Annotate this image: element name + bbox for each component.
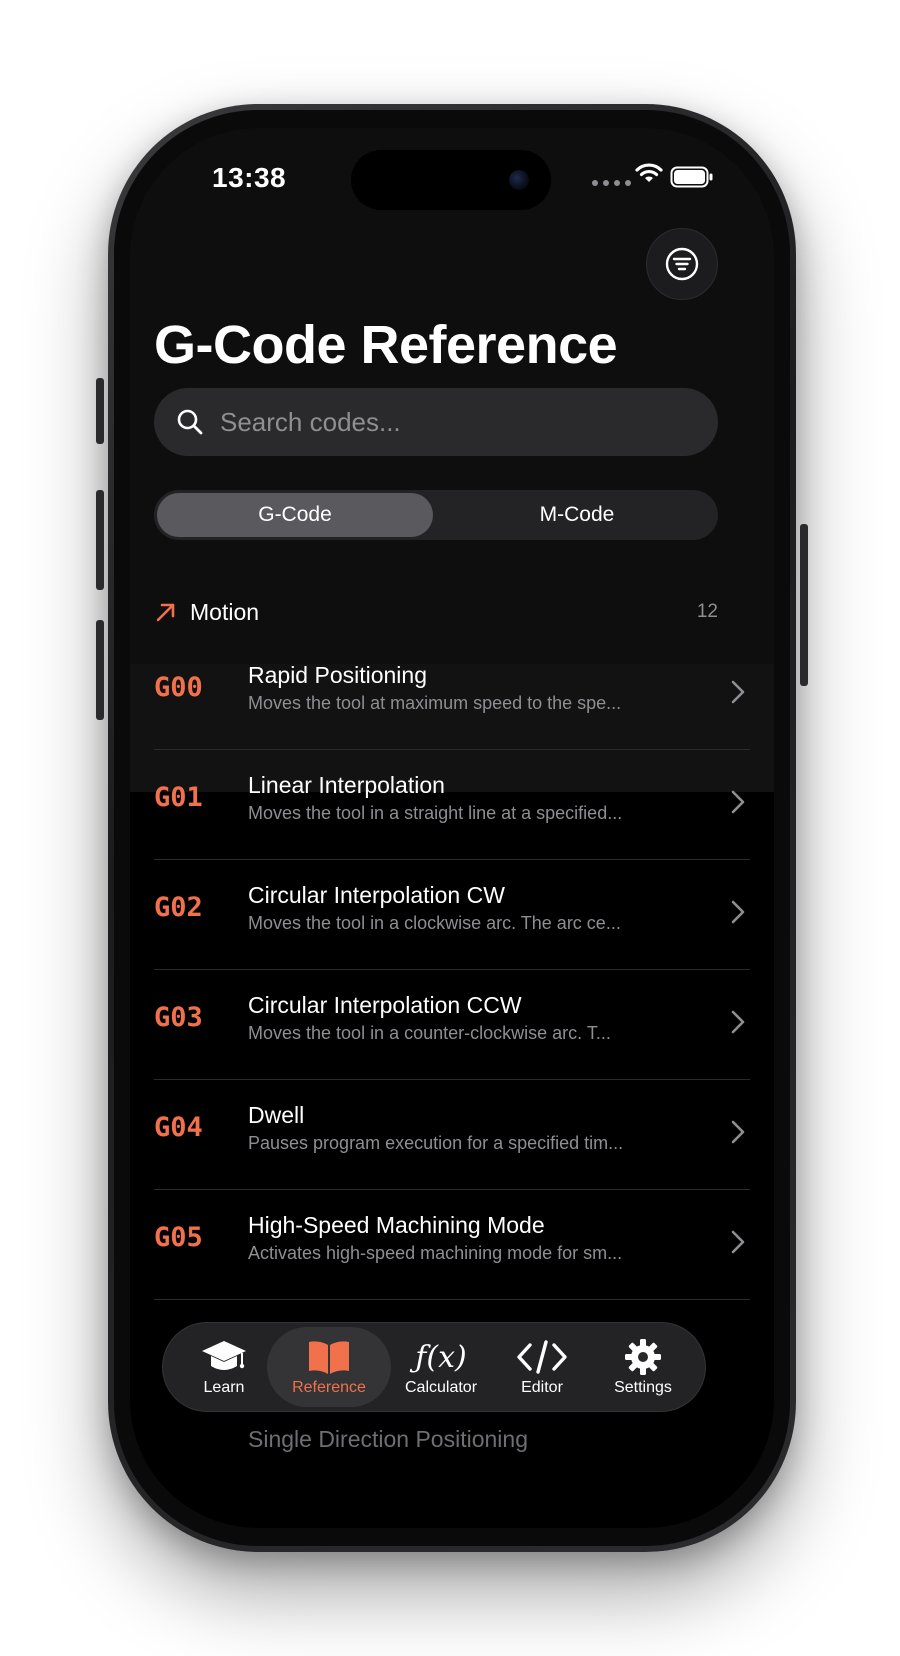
code-row-g01[interactable]: G01 Linear Interpolation Moves the tool … <box>154 750 750 860</box>
section-title: Motion <box>190 598 260 625</box>
tab-bar: Learn Reference ƒ(x) Calculator Editor S… <box>162 1322 706 1412</box>
filter-button[interactable] <box>646 228 718 300</box>
code-title: Linear Interpolation <box>248 772 445 798</box>
code-description: Pauses program execution for a specified… <box>248 1133 624 1153</box>
search-icon <box>176 408 204 436</box>
tab-label: Calculator <box>404 1379 478 1396</box>
code-description: Moves the tool in a clockwise arc. The a… <box>248 913 621 933</box>
tab-editor[interactable]: Editor <box>499 1327 585 1407</box>
code-row-g02[interactable]: G02 Circular Interpolation CW Moves the … <box>154 860 750 970</box>
section-header-motion: Motion 12 <box>154 592 718 632</box>
screen: 13:38 G-Code Reference Search codes... G… <box>130 128 774 1528</box>
tab-label: Editor <box>521 1379 563 1396</box>
code-title: Rapid Positioning <box>248 662 428 688</box>
code-description: Moves the tool at maximum speed to the s… <box>248 693 622 713</box>
tab-label: Reference <box>292 1379 366 1396</box>
segment-m-code[interactable]: M-Code <box>439 493 715 537</box>
code-label: G03 <box>154 1002 203 1033</box>
dynamic-island <box>351 150 551 210</box>
chevron-right-icon <box>730 1008 746 1036</box>
gear-icon <box>623 1337 663 1377</box>
code-label: G05 <box>154 1222 203 1253</box>
partially-visible-row-title[interactable]: Single Direction Positioning <box>248 1426 528 1453</box>
code-description: Activates high-speed machining mode for … <box>248 1243 623 1263</box>
code-title: Circular Interpolation CW <box>248 882 505 908</box>
tab-label: Settings <box>614 1379 672 1396</box>
search-bar[interactable] <box>154 388 718 456</box>
action-button <box>96 378 104 444</box>
volume-up-button <box>96 490 104 590</box>
filter-icon <box>665 247 699 281</box>
tab-calculator[interactable]: ƒ(x) Calculator <box>395 1327 487 1407</box>
status-time: 13:38 <box>212 162 287 193</box>
section-count: 12 <box>696 601 718 622</box>
graduation-cap-icon <box>200 1337 248 1377</box>
chevron-right-icon <box>730 678 746 706</box>
page-title: G-Code Reference <box>154 315 618 375</box>
code-label: G02 <box>154 892 203 923</box>
code-label: G01 <box>154 782 203 813</box>
open-book-icon <box>305 1337 353 1377</box>
function-icon: ƒ(x) <box>415 1339 467 1375</box>
chevron-right-icon <box>730 898 746 926</box>
tab-reference[interactable]: Reference <box>267 1327 391 1407</box>
code-row-g00[interactable]: G00 Rapid Positioning Moves the tool at … <box>154 640 750 750</box>
volume-down-button <box>96 620 104 720</box>
code-row-g05[interactable]: G05 High-Speed Machining Mode Activates … <box>154 1190 750 1300</box>
code-title: Dwell <box>248 1102 305 1128</box>
arrow-up-right-icon <box>154 600 178 624</box>
battery-icon <box>670 166 714 193</box>
code-description: Moves the tool in a counter-clockwise ar… <box>248 1023 611 1043</box>
code-row-g03[interactable]: G03 Circular Interpolation CCW Moves the… <box>154 970 750 1080</box>
search-input[interactable] <box>218 405 702 439</box>
code-title: Circular Interpolation CCW <box>248 992 522 1018</box>
code-title: High-Speed Machining Mode <box>248 1212 545 1238</box>
code-label: G00 <box>154 672 203 703</box>
tab-label: Learn <box>203 1379 245 1396</box>
chevron-right-icon <box>730 788 746 816</box>
code-list: G00 Rapid Positioning Moves the tool at … <box>130 640 774 1300</box>
chevron-right-icon <box>730 1228 746 1256</box>
power-button <box>800 524 808 686</box>
wifi-icon <box>634 162 664 189</box>
code-type-segmented-control: G-Code M-Code <box>154 490 718 540</box>
chevron-right-icon <box>730 1118 746 1146</box>
cellular-signal-icon <box>592 180 631 186</box>
camera-icon <box>509 170 529 190</box>
tab-settings[interactable]: Settings <box>593 1327 693 1407</box>
code-row-g04[interactable]: G04 Dwell Pauses program execution for a… <box>154 1080 750 1190</box>
code-brackets-icon <box>516 1337 568 1377</box>
code-description: Moves the tool in a straight line at a s… <box>248 803 623 823</box>
segment-g-code[interactable]: G-Code <box>157 493 433 537</box>
code-label: G04 <box>154 1112 203 1143</box>
tab-learn[interactable]: Learn <box>181 1327 267 1407</box>
